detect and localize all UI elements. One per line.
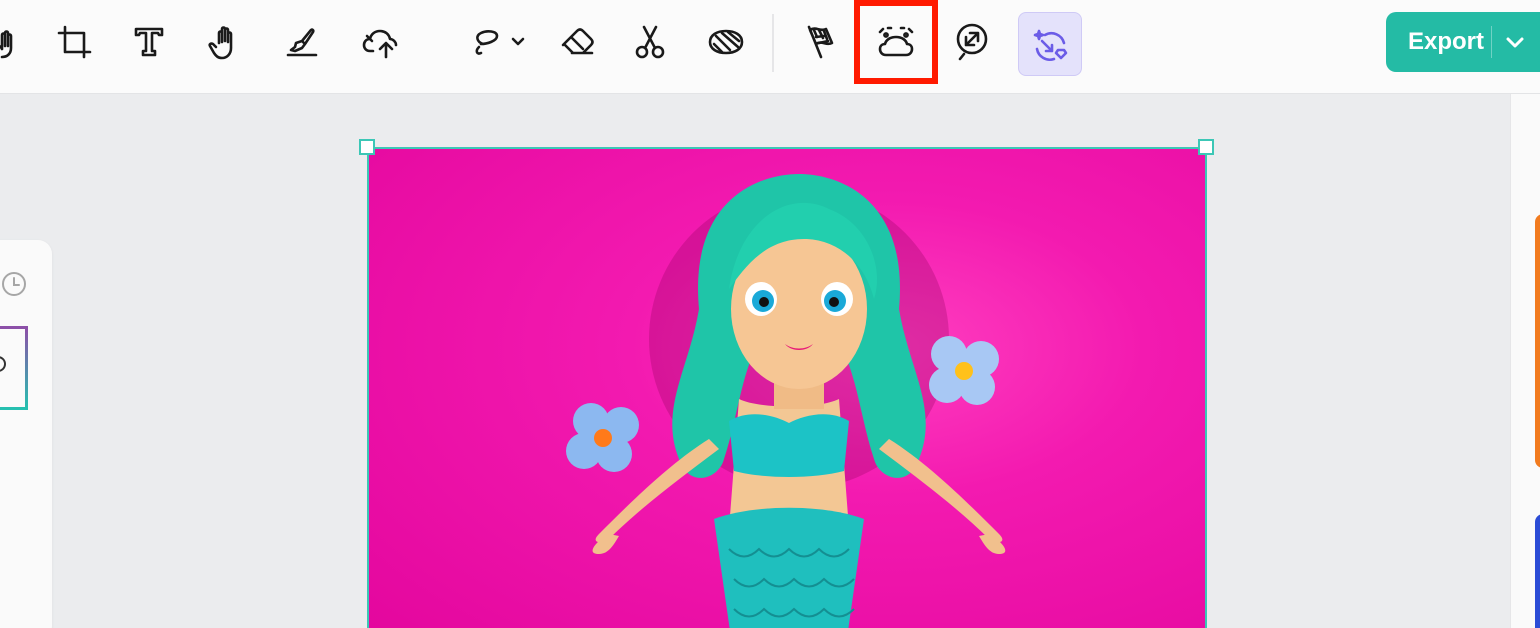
hand-icon — [208, 26, 233, 60]
hand-tool-button[interactable] — [196, 12, 256, 72]
eraser-tool-button[interactable] — [548, 12, 608, 72]
text-tool-button[interactable] — [119, 12, 179, 72]
crop-tool-button[interactable] — [44, 12, 104, 72]
feature-card-blue[interactable] — [1535, 514, 1540, 628]
resize-circle-icon — [956, 23, 988, 61]
expand-tool-button[interactable] — [854, 0, 938, 84]
export-button[interactable]: Export — [1386, 12, 1540, 72]
text-icon — [134, 27, 164, 57]
top-toolbar: Export — [0, 0, 1540, 94]
selection-handle-top-left[interactable] — [359, 139, 375, 155]
partial-hand-icon — [0, 30, 13, 59]
upscale-tool-button[interactable] — [942, 12, 1002, 72]
checkered-flag-icon — [807, 25, 834, 59]
upload-tool-button[interactable] — [350, 12, 410, 72]
crop-icon — [57, 25, 92, 59]
effects-tool-button[interactable] — [0, 12, 38, 72]
toolbar-divider — [772, 14, 774, 72]
right-properties-panel — [1510, 94, 1540, 628]
flower-right — [929, 336, 999, 405]
flag-tool-button[interactable] — [790, 12, 850, 72]
cloud-upload-icon — [362, 29, 398, 59]
ai-magic-tool-button[interactable] — [1018, 12, 1082, 76]
brush-tool-button[interactable] — [272, 12, 332, 72]
striped-shape-icon — [708, 29, 744, 55]
export-separator — [1491, 26, 1492, 58]
lasso-tool-button[interactable] — [462, 12, 532, 72]
sparkle-swap-icon — [1033, 29, 1068, 61]
canvas-image[interactable] — [367, 147, 1207, 628]
cloud-expand-icon — [878, 26, 914, 57]
selection-handle-top-right[interactable] — [1198, 139, 1214, 155]
remove-bg-tool-button[interactable] — [696, 12, 756, 72]
layer-thumbnail[interactable] — [0, 326, 28, 410]
chevron-down-icon[interactable] — [1502, 29, 1528, 55]
history-icon[interactable] — [0, 270, 28, 298]
cutout-tool-button[interactable] — [620, 12, 680, 72]
scissors-icon — [635, 25, 665, 59]
export-label: Export — [1408, 28, 1485, 55]
eraser-icon — [561, 28, 594, 55]
lasso-icon — [475, 30, 525, 55]
left-layers-panel — [0, 240, 52, 628]
brush-icon — [286, 28, 318, 57]
flower-left — [566, 403, 639, 472]
layer-thumbnail-glyph — [0, 356, 6, 372]
feature-card-orange[interactable] — [1535, 214, 1540, 468]
mermaid-figurine-image — [566, 174, 1006, 628]
